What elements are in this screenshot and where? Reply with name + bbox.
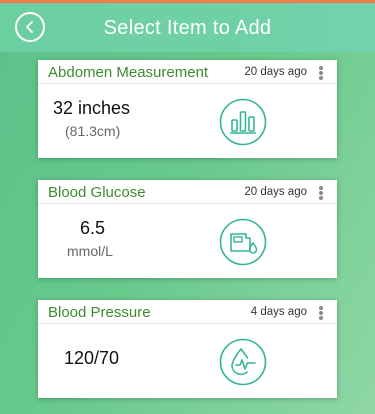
bar-chart-icon[interactable] xyxy=(219,98,267,146)
more-vertical-icon[interactable] xyxy=(315,305,327,321)
page-title: Select Item to Add xyxy=(103,17,272,39)
card-abdomen-measurement[interactable]: Abdomen Measurement 20 days ago 32 inche… xyxy=(38,60,337,158)
card-value: 120/70 xyxy=(64,348,120,368)
card-title: Blood Glucose xyxy=(48,184,146,201)
glucose-meter-icon[interactable] xyxy=(219,218,267,266)
card-value: 6.5 xyxy=(80,218,106,238)
card-header: Blood Glucose 20 days ago xyxy=(38,180,337,204)
card-title: Abdomen Measurement xyxy=(48,64,209,81)
card-value: 32 inches xyxy=(53,98,131,118)
card-timestamp: 20 days ago xyxy=(244,66,307,78)
card-timestamp: 20 days ago xyxy=(244,186,307,198)
card-header: Abdomen Measurement 20 days ago xyxy=(38,60,337,84)
card-title: Blood Pressure xyxy=(48,304,151,321)
card-value-unit: mmol/L xyxy=(67,243,113,259)
card-blood-glucose[interactable]: Blood Glucose 20 days ago 6.5 mmol/L xyxy=(38,180,337,278)
card-blood-pressure[interactable]: Blood Pressure 4 days ago 120/70 xyxy=(38,300,337,398)
card-header: Blood Pressure 4 days ago xyxy=(38,300,337,324)
more-vertical-icon[interactable] xyxy=(315,185,327,201)
card-value-unit: (81.3cm) xyxy=(65,123,121,139)
card-timestamp: 4 days ago xyxy=(250,306,307,318)
heart-rate-drop-icon[interactable] xyxy=(219,338,267,386)
more-vertical-icon[interactable] xyxy=(315,65,327,81)
top-bar: Select Item to Add xyxy=(0,0,375,52)
